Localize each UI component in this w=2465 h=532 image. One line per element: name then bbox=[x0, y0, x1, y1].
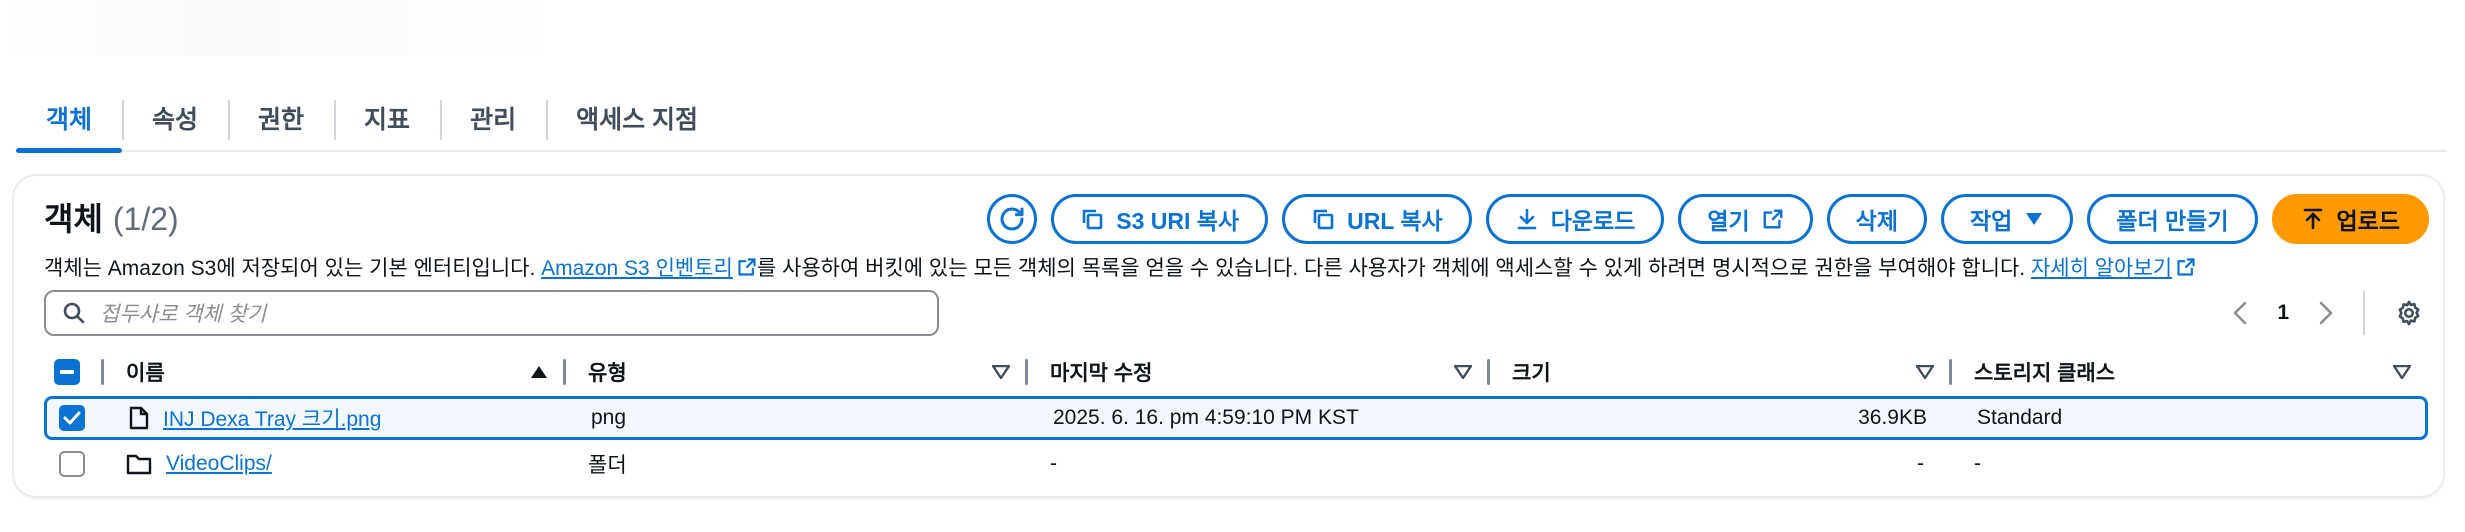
open-button[interactable]: 열기 bbox=[1678, 194, 1813, 244]
row-select-cell bbox=[47, 399, 107, 437]
file-icon bbox=[129, 406, 149, 430]
tab-label: 객체 bbox=[46, 106, 93, 134]
tab-label: 액세스 지점 bbox=[576, 106, 699, 134]
caret-down-icon bbox=[2024, 211, 2044, 227]
search-placeholder: 접두사로 객체 찾기 bbox=[100, 303, 267, 326]
objects-panel: 객체 (1/2) S3 URI 복사 URL 복사 다운로드 열기 삭제 작업 … bbox=[14, 176, 2443, 496]
column-header-size[interactable]: 크기 bbox=[1490, 351, 1952, 393]
panel-title-text: 객체 bbox=[44, 201, 103, 237]
column-header-name-label: 이름 bbox=[126, 362, 165, 385]
copy-icon bbox=[1311, 207, 1335, 231]
tab-management[interactable]: 관리 bbox=[440, 86, 546, 150]
actions-label: 작업 bbox=[1969, 208, 2013, 234]
column-header-storage-class-label: 스토리지 클래스 bbox=[1974, 362, 2116, 385]
tab-bar: 객체 속성 권한 지표 관리 액세스 지점 bbox=[16, 86, 2447, 153]
row-name-cell: VideoClips/ bbox=[104, 442, 566, 486]
action-toolbar: S3 URI 복사 URL 복사 다운로드 열기 삭제 작업 폴더 만들기 업로… bbox=[987, 194, 2429, 244]
s3-inventory-link-text: Amazon S3 인벤토리 bbox=[541, 257, 733, 280]
tab-label: 권한 bbox=[258, 106, 305, 134]
copy-url-label: URL 복사 bbox=[1347, 208, 1443, 234]
folder-icon bbox=[126, 453, 152, 475]
sort-icon bbox=[2393, 365, 2411, 379]
download-label: 다운로드 bbox=[1550, 208, 1636, 234]
delete-label: 삭제 bbox=[1855, 208, 1898, 234]
external-link-icon bbox=[737, 257, 757, 277]
upload-button[interactable]: 업로드 bbox=[2271, 194, 2429, 244]
description-text: 객체는 Amazon S3에 저장되어 있는 기본 엔터티입니다. bbox=[44, 257, 542, 280]
row-select-cell bbox=[44, 442, 104, 486]
s3-inventory-link[interactable]: Amazon S3 인벤토리 bbox=[541, 252, 757, 282]
actions-dropdown-button[interactable]: 작업 bbox=[1940, 194, 2074, 244]
learn-more-link-text: 자세히 알아보기 bbox=[2030, 257, 2173, 280]
learn-more-link[interactable]: 자세히 알아보기 bbox=[2031, 252, 2196, 282]
header-select-cell bbox=[44, 351, 104, 393]
selection-count: (1/2) bbox=[112, 201, 179, 237]
sort-ascending-icon bbox=[530, 365, 548, 379]
tab-objects[interactable]: 객체 bbox=[16, 86, 123, 153]
upload-icon bbox=[2301, 207, 2325, 231]
select-all-checkbox[interactable] bbox=[54, 359, 80, 385]
search-icon bbox=[62, 301, 86, 325]
copy-s3-uri-label: S3 URI 복사 bbox=[1116, 208, 1240, 234]
copy-url-button[interactable]: URL 복사 bbox=[1282, 194, 1472, 244]
table-header: 이름 유형 마지막 수정 크기 스토리지 클래스 bbox=[44, 351, 2429, 393]
pagination: 1 bbox=[2233, 288, 2423, 338]
chevron-left-icon[interactable] bbox=[2233, 301, 2247, 325]
column-header-last-modified[interactable]: 마지막 수정 bbox=[1028, 351, 1490, 393]
create-folder-button[interactable]: 폴더 만들기 bbox=[2087, 194, 2258, 244]
sort-icon bbox=[992, 365, 1010, 379]
sort-icon bbox=[1454, 365, 1472, 379]
object-name-link[interactable]: VideoClips/ bbox=[166, 452, 272, 476]
open-label: 열기 bbox=[1707, 208, 1750, 234]
pagination-divider bbox=[2363, 291, 2365, 335]
row-name-cell: INJ Dexa Tray 크기.png bbox=[107, 399, 569, 437]
column-header-type[interactable]: 유형 bbox=[566, 351, 1028, 393]
column-header-storage-class[interactable]: 스토리지 클래스 bbox=[1952, 351, 2429, 393]
column-header-size-label: 크기 bbox=[1512, 362, 1551, 385]
row-last-modified-cell: 2025. 6. 16. pm 4:59:10 PM KST bbox=[1053, 406, 1359, 429]
panel-description: 객체는 Amazon S3에 저장되어 있는 기본 엔터티입니다. Amazon… bbox=[44, 252, 2196, 282]
row-size-cell: 36.9KB bbox=[1858, 406, 1927, 429]
external-link-icon bbox=[2176, 257, 2196, 277]
external-link-icon bbox=[1762, 208, 1784, 230]
description-text: 를 사용하여 버킷에 있는 모든 객체의 목록을 얻을 수 있습니다. 다른 사… bbox=[756, 257, 2031, 280]
panel-title: 객체 (1/2) bbox=[44, 194, 179, 240]
tab-access-points[interactable]: 액세스 지점 bbox=[546, 86, 728, 150]
tab-metrics[interactable]: 지표 bbox=[334, 86, 440, 150]
tab-properties[interactable]: 속성 bbox=[122, 86, 228, 150]
column-header-name[interactable]: 이름 bbox=[104, 351, 566, 393]
refresh-button[interactable] bbox=[987, 194, 1038, 244]
refresh-icon bbox=[997, 204, 1027, 234]
search-input[interactable]: 접두사로 객체 찾기 bbox=[44, 290, 939, 336]
table-row[interactable]: VideoClips/ 폴더 - - - bbox=[44, 442, 2428, 486]
gear-icon[interactable] bbox=[2395, 299, 2423, 327]
tab-label: 지표 bbox=[364, 106, 411, 134]
column-header-type-label: 유형 bbox=[588, 362, 627, 385]
download-icon bbox=[1515, 207, 1539, 231]
row-storage-class-cell: - bbox=[1974, 452, 1981, 475]
copy-icon bbox=[1080, 207, 1104, 231]
row-size-cell: - bbox=[1917, 452, 1924, 475]
row-storage-class-cell: Standard bbox=[1977, 406, 2063, 429]
chevron-right-icon[interactable] bbox=[2319, 301, 2333, 325]
download-button[interactable]: 다운로드 bbox=[1485, 194, 1665, 244]
tab-label: 관리 bbox=[470, 106, 517, 134]
tab-label: 속성 bbox=[152, 106, 199, 134]
object-name-link[interactable]: INJ Dexa Tray 크기.png bbox=[163, 403, 381, 433]
redacted-breadcrumb bbox=[0, 0, 560, 56]
table-row[interactable]: INJ Dexa Tray 크기.png png 2025. 6. 16. pm… bbox=[44, 396, 2428, 440]
column-header-last-modified-label: 마지막 수정 bbox=[1050, 362, 1153, 385]
delete-button[interactable]: 삭제 bbox=[1826, 194, 1927, 244]
upload-label: 업로드 bbox=[2336, 208, 2400, 234]
row-type-cell: png bbox=[591, 406, 627, 429]
row-checkbox[interactable] bbox=[59, 405, 85, 431]
copy-s3-uri-button[interactable]: S3 URI 복사 bbox=[1051, 194, 1269, 244]
create-folder-label: 폴더 만들기 bbox=[2116, 208, 2229, 234]
page-number[interactable]: 1 bbox=[2277, 301, 2289, 325]
tab-permissions[interactable]: 권한 bbox=[228, 86, 334, 150]
row-last-modified-cell: - bbox=[1050, 452, 1057, 475]
row-type-cell: 폴더 bbox=[588, 454, 627, 477]
row-checkbox[interactable] bbox=[59, 451, 85, 477]
sort-icon bbox=[1916, 365, 1934, 379]
